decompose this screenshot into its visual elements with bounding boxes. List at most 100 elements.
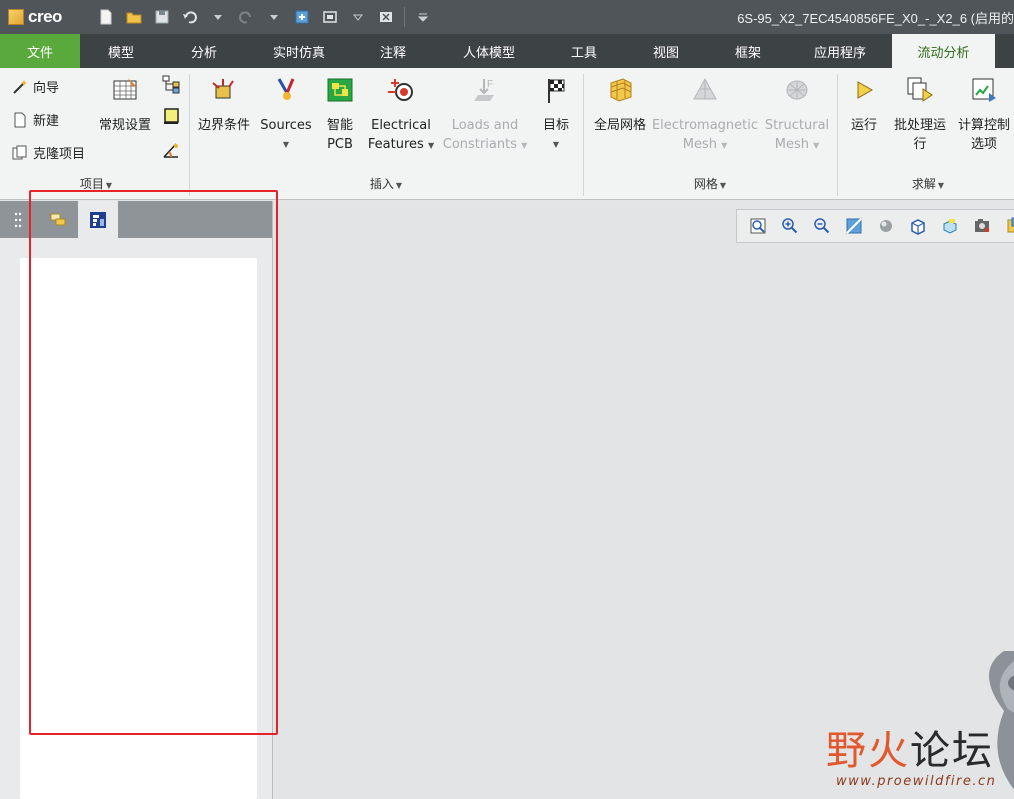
electrical-features-button[interactable]: Electrical Features ▼: [366, 74, 436, 155]
checkered-flag-icon: [540, 74, 572, 106]
electrical-features-label-1: Electrical: [371, 118, 431, 133]
new-document-icon: [14, 112, 26, 127]
tab-model[interactable]: 模型: [80, 34, 162, 68]
batch-run-label-2: 行: [913, 137, 927, 152]
new-icon[interactable]: [96, 7, 116, 27]
goals-button[interactable]: 目标 ▼: [534, 74, 578, 154]
display-style-icon[interactable]: [873, 213, 899, 239]
quick-access-toolbar: [96, 6, 433, 28]
tab-annotate[interactable]: 注释: [352, 34, 434, 68]
group-mesh-label[interactable]: 网格 ▼: [694, 175, 726, 192]
sources-button[interactable]: Sources ▼: [258, 74, 314, 154]
tab-manikin[interactable]: 人体模型: [434, 34, 544, 68]
sources-icon: [270, 74, 302, 106]
close-window-icon[interactable]: [376, 7, 396, 27]
goals-dropdown-icon[interactable]: ▼: [553, 135, 559, 154]
redo-dropdown-icon[interactable]: [264, 7, 284, 27]
creo-logo: creo: [8, 7, 80, 27]
zoom-out-icon[interactable]: [809, 213, 835, 239]
datum-display-icon[interactable]: [1001, 213, 1014, 239]
group-insert-label[interactable]: 插入 ▼: [370, 175, 402, 192]
window-icon[interactable]: [320, 7, 340, 27]
watermark-url: www.proewildfire.cn: [836, 774, 997, 789]
open-icon[interactable]: [124, 7, 144, 27]
batch-run-icon: [904, 74, 936, 106]
smart-pcb-label-1: 智能: [326, 118, 353, 133]
repaint-icon[interactable]: [841, 213, 867, 239]
calc-control-label-2: 选项: [970, 137, 997, 152]
tree-structure-icon[interactable]: [161, 74, 181, 94]
calc-control-options-button[interactable]: 计算控制 选项: [954, 74, 1014, 154]
view-manager-icon[interactable]: [937, 213, 963, 239]
perspective-view-icon[interactable]: [969, 213, 995, 239]
undo-dropdown-icon[interactable]: [208, 7, 228, 27]
refit-icon[interactable]: [745, 213, 771, 239]
global-mesh-icon: [604, 74, 636, 106]
run-icon: [848, 74, 880, 106]
clone-label: 克隆项目: [33, 147, 86, 162]
ribbon-tabs: 文件 模型 分析 实时仿真 注释 人体模型 工具 视图 框架 应用程序 流动分析: [0, 34, 1014, 68]
green-rectangle-icon[interactable]: [161, 106, 181, 126]
global-mesh-button[interactable]: 全局网格: [588, 74, 652, 135]
pcb-icon: [324, 74, 356, 106]
smart-pcb-button[interactable]: 智能 PCB: [318, 74, 362, 154]
global-mesh-label: 全局网格: [593, 118, 646, 133]
svg-text:F: F: [487, 79, 493, 90]
smart-pcb-label-2: PCB: [327, 137, 353, 152]
graphics-window[interactable]: [274, 201, 1014, 799]
customize-icon[interactable]: [413, 7, 433, 27]
electromagnetic-mesh-icon: [689, 74, 721, 106]
regenerate-icon[interactable]: [292, 7, 312, 27]
general-settings-button[interactable]: 常规设置: [96, 74, 154, 135]
wand-icon: [13, 79, 27, 94]
tab-view[interactable]: 视图: [624, 34, 708, 68]
saved-orientations-icon[interactable]: [905, 213, 931, 239]
new-label: 新建: [33, 114, 60, 129]
title-bar: creo 6S-95_X2_7EC4540856FE_X0_-_X2_6 (启用…: [0, 0, 1014, 34]
group-solve-label[interactable]: 求解 ▼: [912, 175, 944, 192]
tab-analysis[interactable]: 分析: [162, 34, 246, 68]
wizard-label: 向导: [33, 81, 60, 96]
group-insert: 边界条件 Sources ▼ 智能 PCB Electrical Feature…: [190, 68, 582, 200]
batch-run-button[interactable]: 批处理运 行: [890, 74, 950, 154]
measure-angle-icon[interactable]: [161, 140, 181, 160]
tab-framework[interactable]: 框架: [708, 34, 788, 68]
logo-text: creo: [28, 7, 62, 26]
undo-icon[interactable]: [180, 7, 200, 27]
electrical-features-icon: [385, 74, 417, 106]
boundary-conditions-button[interactable]: 边界条件: [196, 74, 252, 135]
wizard-button[interactable]: 向导: [12, 77, 59, 96]
sources-dropdown-icon[interactable]: ▼: [283, 135, 289, 154]
zoom-in-icon[interactable]: [777, 213, 803, 239]
redo-icon[interactable]: [236, 7, 256, 27]
tab-file[interactable]: 文件: [0, 34, 80, 68]
tab-tools[interactable]: 工具: [544, 34, 624, 68]
calc-control-icon: [968, 74, 1000, 106]
group-project: 向导 新建 克隆项目 常规设置 项目 ▼: [0, 68, 188, 200]
boundary-conditions-label: 边界条件: [197, 118, 250, 133]
loads-constraints-button[interactable]: F Loads and Constriants ▼: [440, 74, 530, 155]
electromagnetic-mesh-button[interactable]: Electromagnetic Mesh ▼: [651, 74, 759, 155]
save-icon[interactable]: [152, 7, 172, 27]
group-mesh: 全局网格 Electromagnetic Mesh ▼ Structural M…: [584, 68, 836, 200]
structural-mesh-label-2: Mesh ▼: [774, 137, 820, 152]
tab-live-simulation[interactable]: 实时仿真: [246, 34, 352, 68]
run-label: 运行: [850, 118, 877, 133]
view-toolbar: [736, 209, 1014, 243]
electromagnetic-mesh-label-2: Mesh ▼: [682, 137, 728, 152]
watermark-text: 野火论坛: [826, 728, 994, 774]
structural-mesh-button[interactable]: Structural Mesh ▼: [762, 74, 832, 155]
panel-grip-icon[interactable]: [14, 211, 22, 229]
loads-constraints-label-1: Loads and: [451, 118, 519, 133]
window-dropdown-icon[interactable]: [348, 7, 368, 27]
creo-cube-icon: [8, 9, 24, 25]
electromagnetic-mesh-label-1: Electromagnetic: [651, 118, 759, 133]
new-project-button[interactable]: 新建: [12, 110, 59, 129]
batch-run-label-1: 批处理运: [893, 118, 946, 133]
clone-project-button[interactable]: 克隆项目: [12, 143, 85, 162]
tab-flow-analysis[interactable]: 流动分析: [892, 34, 995, 68]
run-button[interactable]: 运行: [844, 74, 884, 135]
window-title: 6S-95_X2_7EC4540856FE_X0_-_X2_6 (启用的: [737, 11, 1014, 26]
structural-mesh-icon: [781, 74, 813, 106]
tab-applications[interactable]: 应用程序: [788, 34, 892, 68]
